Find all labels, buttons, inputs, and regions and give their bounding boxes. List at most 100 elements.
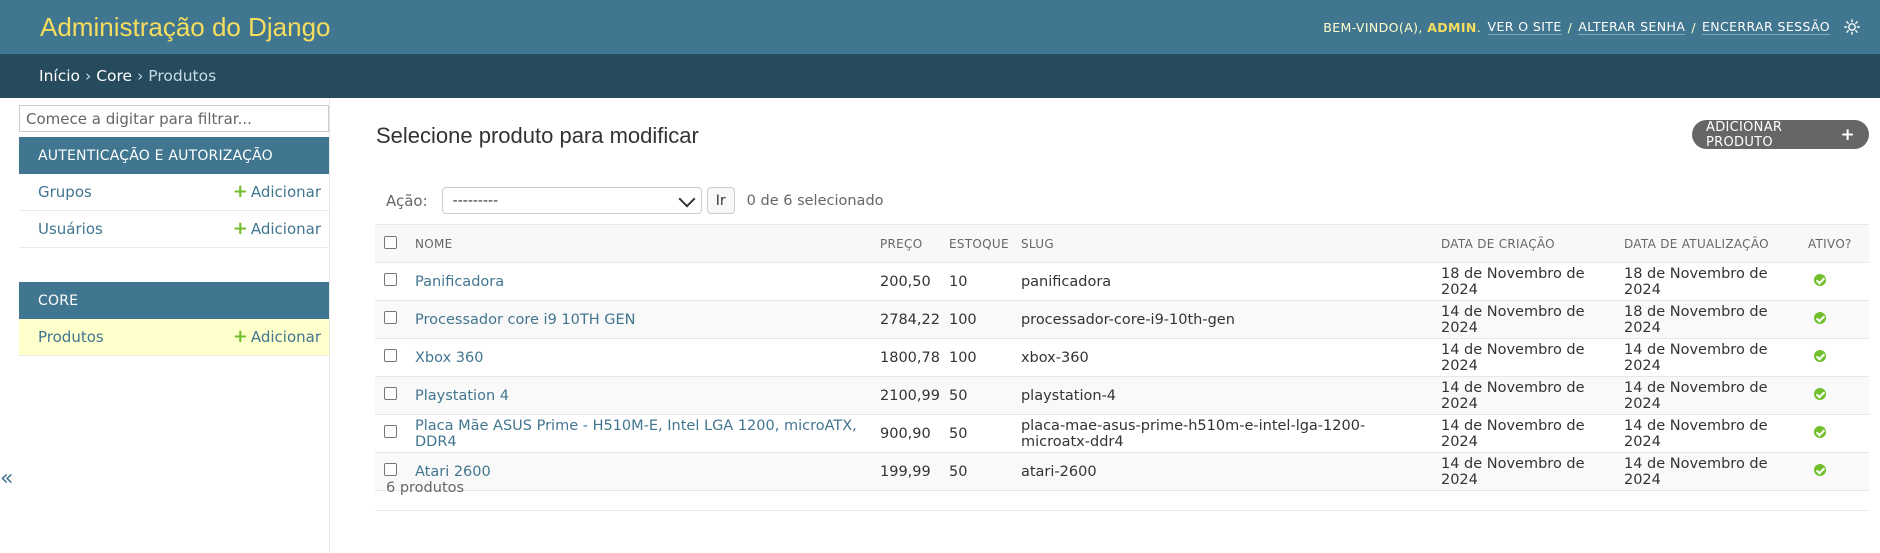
check-circle-icon <box>1813 387 1826 400</box>
row-checkbox[interactable] <box>384 425 397 438</box>
site-brand-link[interactable]: Administração do Django <box>40 12 331 42</box>
cell-ativo <box>1798 376 1869 415</box>
app-caption-core[interactable]: Core <box>19 282 329 319</box>
plus-icon: + <box>232 181 248 202</box>
row-checkbox[interactable] <box>384 387 397 400</box>
add-usuarios-link[interactable]: + Adicionar <box>233 220 321 239</box>
add-label: Adicionar <box>250 220 321 238</box>
cell-nome: Xbox 360 <box>406 338 871 377</box>
cell-slug: placa-mae-asus-prime-h510m-e-intel-lga-1… <box>1011 414 1432 453</box>
nav-filter-input[interactable] <box>19 105 329 132</box>
cell-preco: 2100,99 <box>871 376 940 415</box>
go-button[interactable]: Ir <box>706 187 735 214</box>
column-header-data-atualizacao[interactable]: Data de atualização <box>1614 224 1799 263</box>
row-select-cell <box>375 414 406 453</box>
nav-sidebar: Autenticação e Autorização Grupos + Adic… <box>19 98 330 553</box>
cell-ativo <box>1798 338 1869 377</box>
cell-ativo <box>1798 414 1869 453</box>
cell-data-atualizacao: 18 de Novembro de 2024 <box>1614 262 1799 301</box>
cell-estoque: 10 <box>939 262 1012 301</box>
site-brand: Administração do Django <box>40 12 331 43</box>
cell-slug: panificadora <box>1011 262 1432 301</box>
sidebar-item-produtos: Produtos + Adicionar <box>19 319 329 356</box>
separator: / <box>1691 19 1696 35</box>
app-auth: Autenticação e Autorização Grupos + Adic… <box>19 137 329 248</box>
cell-preco: 1800,78 <box>871 338 940 377</box>
product-link[interactable]: Processador core i9 10TH GEN <box>415 312 635 328</box>
toggle-nav-sidebar-button[interactable]: « <box>0 466 13 491</box>
breadcrumb-core[interactable]: Core <box>96 67 132 85</box>
change-password-link[interactable]: Alterar senha <box>1578 19 1686 35</box>
app-caption-auth[interactable]: Autenticação e Autorização <box>19 137 329 174</box>
actions-bar: Ação: --------- Ir 0 de 6 selecionado <box>386 187 884 214</box>
cell-ativo <box>1798 300 1869 339</box>
plus-icon: + <box>232 326 248 347</box>
sun-icon[interactable] <box>1844 19 1860 35</box>
table-row: Panificadora 200,50 10 panificadora 18 de No… <box>375 262 1869 301</box>
breadcrumb-home[interactable]: Início <box>39 67 80 85</box>
row-checkbox[interactable] <box>384 311 397 324</box>
sidebar-item-usuarios: Usuários + Adicionar <box>19 211 329 248</box>
cell-estoque: 100 <box>939 300 1012 339</box>
cell-slug: processador-core-i9-10th-gen <box>1011 300 1432 339</box>
sidebar-item-produtos-link[interactable]: Produtos <box>38 328 104 346</box>
select-all-checkbox[interactable] <box>384 235 397 249</box>
column-header-slug[interactable]: Slug <box>1011 224 1432 263</box>
add-label: Adicionar <box>250 328 321 346</box>
column-header-estoque[interactable]: Estoque <box>939 224 1012 263</box>
action-label: Ação: <box>386 191 428 210</box>
product-link[interactable]: Placa Mãe ASUS Prime - H510M-E, Intel LG… <box>415 418 857 450</box>
table-row: Xbox 360 1800,78 100 xbox-360 14 de Novembro… <box>375 338 1869 377</box>
product-link[interactable]: Panificadora <box>415 274 504 290</box>
row-checkbox[interactable] <box>384 349 397 362</box>
check-circle-icon <box>1813 311 1826 324</box>
column-header-nome[interactable]: Nome <box>406 224 871 263</box>
cell-data-criacao: 14 de Novembro de 2024 <box>1431 414 1615 453</box>
table-row: Placa Mãe ASUS Prime - H510M-E, Intel LG… <box>375 414 1869 453</box>
welcome-text: Bem-vindo(a), <box>1323 19 1423 35</box>
page-title: Selecione produto para modificar <box>376 123 699 148</box>
check-circle-icon <box>1813 273 1826 286</box>
view-site-link[interactable]: Ver o site <box>1487 19 1562 35</box>
plus-icon: + <box>1840 124 1855 145</box>
add-produto-button[interactable]: Adicionar produto + <box>1692 120 1869 150</box>
add-grupos-link[interactable]: + Adicionar <box>232 181 321 202</box>
row-select-cell <box>375 376 406 415</box>
site-header: Administração do Django Bem-vindo(a), ad… <box>0 0 1880 54</box>
sidebar-item-grupos: Grupos + Adicionar <box>19 174 329 211</box>
column-header-data-criacao[interactable]: Data de criação <box>1431 224 1615 263</box>
main-area: Autenticação e Autorização Grupos + Adic… <box>0 98 1880 553</box>
cell-preco: 200,50 <box>871 262 940 301</box>
action-select-value: --------- <box>452 192 499 209</box>
check-circle-icon <box>1813 349 1826 362</box>
username: admin <box>1427 19 1477 35</box>
cell-estoque: 50 <box>939 376 1012 415</box>
sidebar-item-grupos-link[interactable]: Grupos <box>38 183 92 201</box>
cell-data-atualizacao: 14 de Novembro de 2024 <box>1614 376 1799 415</box>
cell-preco: 2784,22 <box>871 300 940 339</box>
cell-ativo <box>1798 262 1869 301</box>
column-header-preco[interactable]: Preço <box>871 224 940 263</box>
chevron-down-icon <box>678 190 696 207</box>
paginator: 6 produtos <box>375 465 1869 511</box>
add-label: Adicionar <box>250 183 321 201</box>
cell-slug: playstation-4 <box>1011 376 1432 415</box>
select-all-header <box>375 224 406 263</box>
product-link[interactable]: Playstation 4 <box>415 388 509 404</box>
cell-data-atualizacao: 14 de Novembro de 2024 <box>1614 414 1799 453</box>
row-select-cell <box>375 300 406 339</box>
breadcrumb-current: Produtos <box>148 67 217 85</box>
breadcrumb-separator: › <box>85 67 92 85</box>
table-row: Playstation 4 2100,99 50 playstation-4 14 de… <box>375 376 1869 415</box>
cell-slug: xbox-360 <box>1011 338 1432 377</box>
action-select[interactable]: --------- <box>441 187 702 214</box>
sidebar-item-usuarios-link[interactable]: Usuários <box>38 220 103 238</box>
row-checkbox[interactable] <box>384 273 397 286</box>
column-header-ativo[interactable]: Ativo? <box>1798 224 1869 263</box>
logout-link[interactable]: Encerrar sessão <box>1701 19 1830 35</box>
breadcrumb: Início › Core › Produtos <box>0 54 1880 98</box>
product-link[interactable]: Xbox 360 <box>415 350 483 366</box>
add-produtos-link[interactable]: + Adicionar <box>232 326 321 347</box>
result-list: Nome Preço Estoque Slug Data de criação … <box>375 224 1869 491</box>
app-core: Core Produtos + Adicionar <box>19 282 329 356</box>
